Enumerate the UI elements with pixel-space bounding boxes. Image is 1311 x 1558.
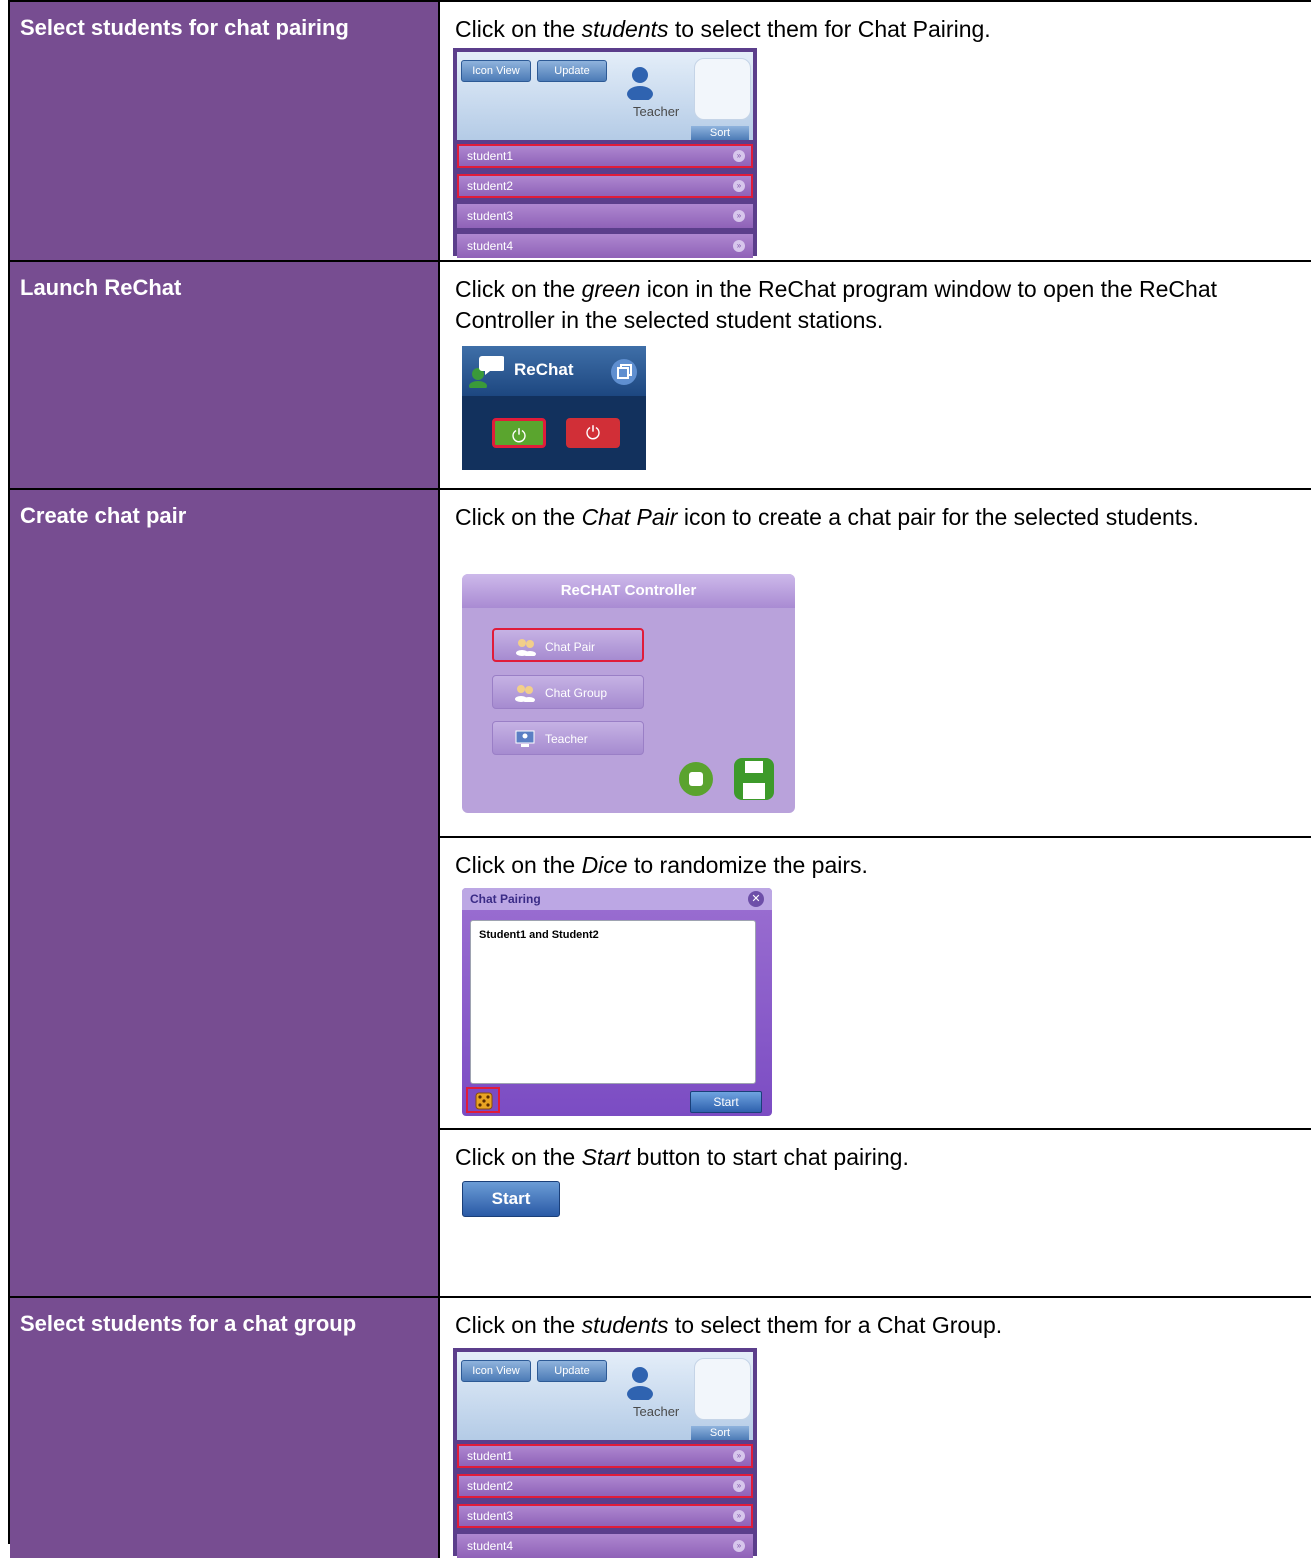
- student-panel-toolbar: Icon View Update Teacher Sort: [457, 1352, 753, 1440]
- student-panel-toolbar: Icon View Update Teacher Sort: [457, 52, 753, 140]
- instruction-text: Click on the green icon in the ReChat pr…: [455, 276, 1217, 333]
- instruction-text: Click on the students to select them for…: [455, 16, 991, 42]
- rechat-title: ReChat: [514, 360, 574, 379]
- instruction-text: Click on the Chat Pair icon to create a …: [455, 504, 1200, 530]
- red-power-button[interactable]: ⏻: [566, 418, 620, 448]
- row-label: Launch ReChat: [20, 275, 182, 300]
- expand-arrow-icon: »: [733, 1480, 745, 1492]
- rechat-controller-panel: ReCHAT Controller Chat Pair Chat Group T…: [462, 574, 795, 813]
- expand-arrow-icon: »: [733, 210, 745, 222]
- row-instruction-cell: Click on the students to select them for…: [440, 2, 1311, 262]
- monitor-icon: [515, 730, 535, 747]
- teacher-button[interactable]: Teacher: [492, 721, 644, 755]
- start-button[interactable]: Start: [462, 1181, 560, 1217]
- student-row[interactable]: student1»: [457, 1444, 753, 1468]
- expand-arrow-icon: »: [733, 1450, 745, 1462]
- chat-pairing-title-bar: Chat Pairing ✕: [462, 888, 772, 910]
- instruction-text: Click on the Dice to randomize the pairs…: [455, 852, 868, 878]
- expand-arrow-icon: »: [733, 1510, 745, 1522]
- start-button[interactable]: Start: [690, 1091, 762, 1113]
- row-label: Select students for chat pairing: [20, 15, 349, 40]
- restore-window-icon[interactable]: [610, 358, 638, 386]
- update-button[interactable]: Update: [537, 1360, 607, 1382]
- rechat-widget: ReChat ⏻ ⏻: [462, 346, 646, 470]
- expand-arrow-icon: »: [733, 150, 745, 162]
- chat-pairing-title: Chat Pairing: [470, 892, 541, 906]
- row-label: Create chat pair: [20, 503, 187, 528]
- student-row[interactable]: student3»: [457, 1504, 753, 1528]
- student-list-panel: Icon View Update Teacher Sort student1» …: [453, 48, 757, 258]
- chat-pairing-dialog: Chat Pairing ✕ Student1 and Student2 Sta…: [462, 888, 772, 1116]
- update-button[interactable]: Update: [537, 60, 607, 82]
- dice-button[interactable]: [466, 1087, 500, 1113]
- close-icon[interactable]: ✕: [748, 891, 764, 907]
- dice-icon: [475, 1092, 493, 1110]
- student-row[interactable]: student2»: [457, 1474, 753, 1498]
- chat-pair-icon: [516, 639, 536, 656]
- teacher-avatar-icon: [627, 1367, 653, 1400]
- student-row[interactable]: student4»: [457, 234, 753, 258]
- pair-entry: Student1 and Student2: [479, 929, 599, 941]
- chat-pair-button[interactable]: Chat Pair: [492, 628, 644, 662]
- student-row[interactable]: student4»: [457, 1534, 753, 1558]
- controller-title: ReCHAT Controller: [462, 574, 795, 608]
- expand-arrow-icon: »: [733, 180, 745, 192]
- icon-view-button[interactable]: Icon View: [461, 1360, 531, 1382]
- icon-view-button[interactable]: Icon View: [461, 60, 531, 82]
- instruction-text: Click on the Start button to start chat …: [455, 1144, 909, 1170]
- teacher-label: Teacher: [633, 104, 680, 119]
- sort-button[interactable]: Sort: [691, 126, 749, 140]
- student-row[interactable]: student3»: [457, 204, 753, 228]
- green-power-button[interactable]: ⏻: [492, 418, 546, 448]
- row-label-cell: Select students for chat pairing: [10, 2, 440, 262]
- row-label-cell: Launch ReChat: [10, 262, 440, 490]
- teacher-screen-preview[interactable]: [694, 58, 751, 120]
- student-row[interactable]: student1»: [457, 144, 753, 168]
- chat-group-button[interactable]: Chat Group: [492, 675, 644, 709]
- pairs-list: Student1 and Student2: [470, 920, 756, 1084]
- row-label-cell: Create chat pair: [10, 490, 440, 1298]
- rechat-header: ReChat: [462, 346, 646, 396]
- row-label: Select students for a chat group: [20, 1311, 357, 1336]
- student-row[interactable]: student2»: [457, 174, 753, 198]
- chat-group-icon: [515, 685, 535, 702]
- teacher-label: Teacher: [633, 1404, 680, 1419]
- teacher-screen-preview[interactable]: [694, 1358, 751, 1420]
- student-list-panel: Icon View Update Teacher Sort student1» …: [453, 1348, 757, 1558]
- instruction-text: Click on the students to select them for…: [455, 1312, 1003, 1338]
- instruction-table: Select students for chat pairing Click o…: [8, 0, 1311, 1558]
- row-instruction-cell: Click on the Dice to randomize the pairs…: [440, 838, 1311, 1130]
- sort-button[interactable]: Sort: [691, 1426, 749, 1440]
- stop-icon[interactable]: [678, 761, 714, 797]
- save-icon[interactable]: [733, 757, 775, 801]
- expand-arrow-icon: »: [733, 240, 745, 252]
- row-instruction-cell: Click on the Chat Pair icon to create a …: [440, 490, 1311, 838]
- row-label-cell: Select students for a chat group: [10, 1298, 440, 1558]
- rechat-chat-icon: [469, 356, 504, 388]
- teacher-avatar-icon: [627, 67, 653, 100]
- expand-arrow-icon: »: [733, 1540, 745, 1552]
- row-instruction-cell: Click on the Start button to start chat …: [440, 1130, 1311, 1298]
- row-instruction-cell: Click on the students to select them for…: [440, 1298, 1311, 1558]
- row-instruction-cell: Click on the green icon in the ReChat pr…: [440, 262, 1311, 490]
